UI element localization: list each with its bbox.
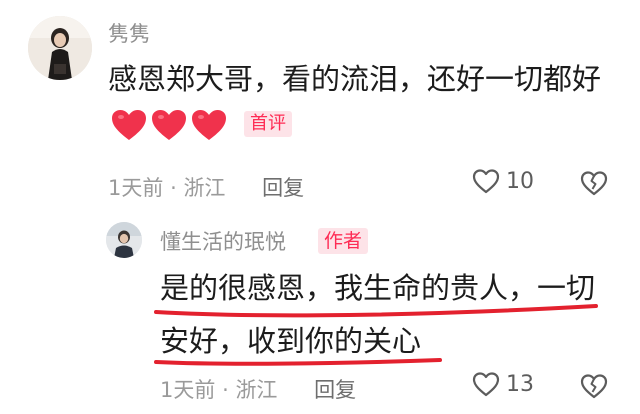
comment-time: 1天前 [108, 176, 164, 200]
broken-heart-icon[interactable] [580, 373, 608, 399]
comment-text: 感恩郑大哥，看的流泪，还好一切都好 [108, 62, 602, 96]
meta-separator: · [222, 378, 229, 402]
meta-separator: · [170, 176, 177, 200]
heart-outline-icon [472, 372, 500, 397]
comment-location: 浙江 [183, 176, 226, 200]
heart-outline-icon [472, 169, 500, 194]
first-comment-badge: 首评 [244, 111, 292, 137]
heart-emoji-icon [152, 110, 186, 140]
reply-meta: 1天前 · 浙江 回复 [160, 374, 356, 404]
author-avatar[interactable] [106, 222, 142, 258]
author-username[interactable]: 懂生活的珉悦 [160, 226, 286, 256]
author-badge: 作者 [318, 228, 369, 254]
like-button[interactable]: 13 [472, 371, 534, 397]
reply-text: 是的很感恩，我生命的贵人，一切安好，收到你的关心 [160, 271, 596, 358]
like-count: 13 [506, 371, 534, 397]
reply-time: 1天前 [160, 378, 216, 402]
reply-button[interactable]: 回复 [314, 378, 356, 402]
commenter-avatar[interactable] [28, 16, 92, 80]
commenter-avatar-image [28, 16, 92, 80]
reply-button[interactable]: 回复 [262, 176, 304, 200]
reply-location: 浙江 [235, 378, 278, 402]
comment-meta: 1天前 · 浙江 回复 [108, 172, 304, 202]
commenter-username[interactable]: 隽隽 [108, 18, 150, 48]
author-avatar-image [106, 222, 142, 258]
heart-emoji-icon [112, 110, 146, 140]
heart-emoji-icon [192, 110, 226, 140]
broken-heart-icon[interactable] [580, 170, 608, 196]
heart-emoji-group [110, 108, 228, 142]
like-count: 10 [506, 168, 534, 194]
comment-body: 感恩郑大哥，看的流泪，还好一切都好 首评 [108, 56, 618, 148]
like-button[interactable]: 10 [472, 168, 534, 194]
